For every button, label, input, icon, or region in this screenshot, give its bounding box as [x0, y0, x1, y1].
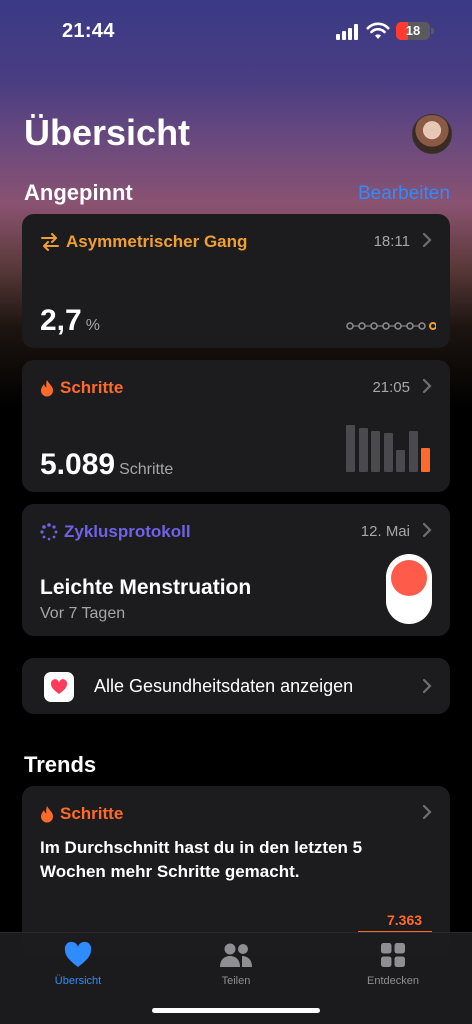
tab-discover-label: Entdecken [367, 975, 419, 987]
steps-card-time: 21:05 [372, 379, 410, 396]
status-time: 21:44 [62, 20, 115, 42]
trend-value: 7.363 [387, 912, 423, 928]
chevron-right-icon [422, 522, 432, 538]
trend-description: Im Durchschnitt hast du in den letzten 5… [40, 838, 363, 881]
edit-button[interactable]: Bearbeiten [358, 183, 450, 205]
chevron-right-icon [422, 232, 432, 248]
steps-value: 5.089 [40, 448, 116, 481]
trend-steps-card[interactable]: Schritte Im Durchschnitt hast du in den … [22, 786, 450, 956]
profile-avatar[interactable] [412, 114, 452, 154]
people-icon [220, 943, 252, 967]
cycle-card-title: Zyklusprotokoll [64, 522, 191, 541]
status-bar: 21:44 18 [0, 0, 472, 60]
steps-mini-chart [346, 424, 434, 472]
gait-card-title: Asymmetrischer Gang [66, 232, 248, 251]
flame-icon [41, 806, 53, 823]
pinned-section-title: Angepinnt [24, 180, 133, 205]
steps-card[interactable]: Schritte 21:05 5.089 Schritte [22, 360, 450, 492]
trends-section-title: Trends [24, 752, 97, 777]
cycle-card-time: 12. Mai [360, 523, 410, 540]
gait-value: 2,7 [40, 304, 82, 337]
wifi-icon [366, 22, 390, 39]
steps-bar [358, 427, 368, 472]
health-app-icon [44, 672, 74, 702]
gait-card[interactable]: Asymmetrischer Gang 18:11 2,7% [22, 214, 450, 348]
home-indicator [152, 1008, 320, 1013]
gait-trend-dots [346, 322, 436, 330]
steps-bar [421, 448, 430, 472]
tab-overview[interactable]: Übersicht [18, 941, 138, 987]
gait-value-row: 2,7% [40, 304, 100, 338]
cycle-dots-icon [40, 523, 58, 541]
gait-card-header: Asymmetrischer Gang [40, 232, 247, 252]
cycle-card-header: Zyklusprotokoll [40, 522, 191, 542]
steps-card-title: Schritte [60, 378, 124, 397]
cellular-signal-icon [336, 24, 360, 40]
trend-card-header: Schritte [40, 804, 123, 824]
steps-card-header: Schritte [40, 378, 123, 398]
grid-icon [381, 943, 405, 967]
cycle-card[interactable]: Zyklusprotokoll 12. Mai Leichte Menstrua… [22, 504, 450, 636]
steps-bar [383, 432, 393, 472]
tab-discover[interactable]: Entdecken [333, 941, 453, 987]
tab-share-label: Teilen [221, 975, 251, 987]
flame-icon [41, 380, 53, 397]
steps-bar [408, 430, 418, 472]
steps-unit: Schritte [119, 461, 174, 478]
all-health-data-button[interactable]: Alle Gesundheitsdaten anzeigen [22, 658, 450, 714]
steps-bar [371, 430, 380, 472]
page-title: Übersicht [24, 112, 191, 153]
cycle-headline: Leichte Menstruation [40, 576, 252, 599]
battery-icon: 18 [396, 22, 430, 40]
battery-cap [431, 28, 434, 34]
trend-card-title: Schritte [60, 804, 124, 823]
cycle-flow-indicator [386, 554, 432, 624]
arrows-swap-icon [41, 233, 59, 251]
all-health-data-label: Alle Gesundheitsdaten anzeigen [94, 676, 354, 696]
heart-icon [64, 941, 92, 967]
steps-bar [346, 424, 355, 472]
cycle-subline: Vor 7 Tagen [40, 605, 126, 622]
chevron-right-icon [422, 378, 432, 394]
tab-share[interactable]: Teilen [176, 941, 296, 987]
gait-unit: % [85, 317, 100, 334]
steps-value-row: 5.089 Schritte [40, 448, 173, 482]
battery-level: 18 [405, 23, 421, 38]
chevron-right-icon [422, 804, 432, 820]
gait-card-time: 18:11 [373, 233, 410, 250]
steps-bar [396, 450, 405, 472]
chevron-right-icon [422, 678, 432, 694]
tab-overview-label: Übersicht [54, 975, 102, 987]
